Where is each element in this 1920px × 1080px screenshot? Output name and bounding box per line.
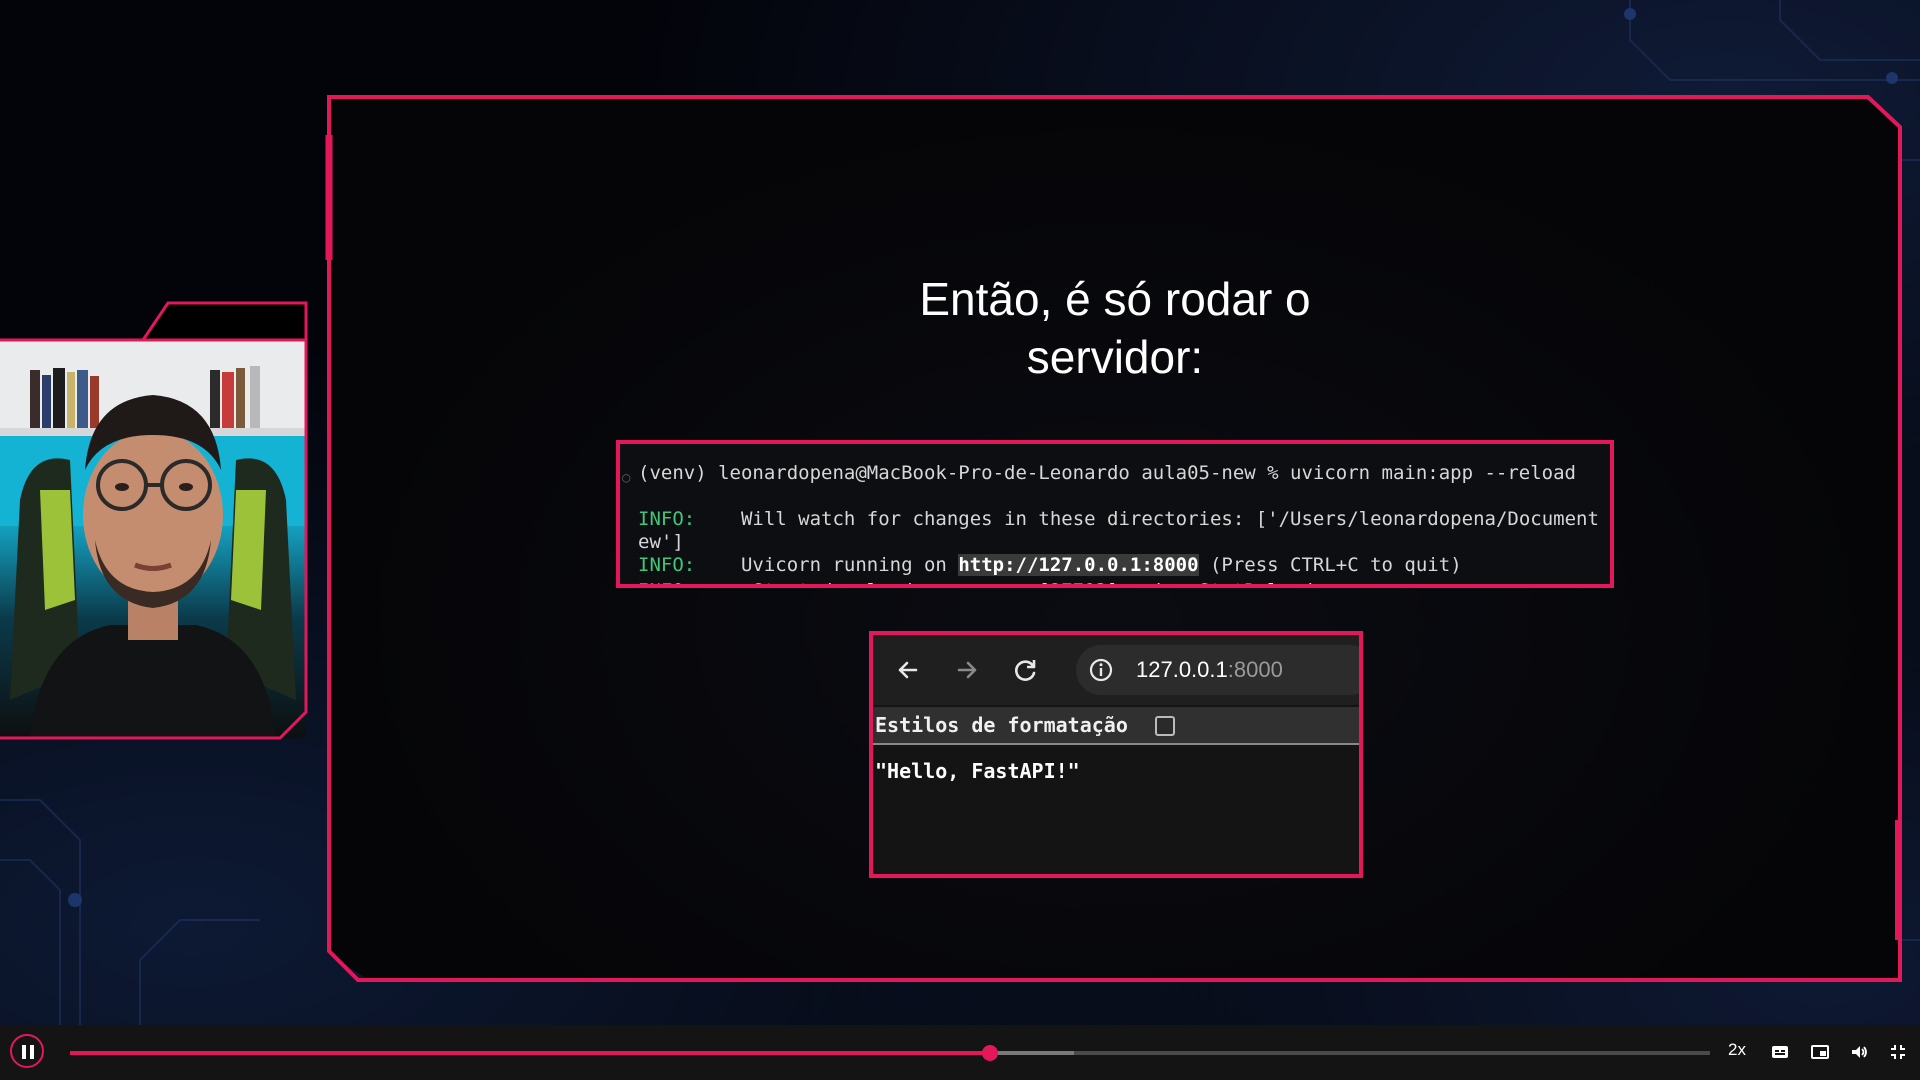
player-controls: 2x [0,1025,1920,1080]
exit-fullscreen-icon[interactable] [1888,1042,1908,1062]
webcam-frame-border [0,301,308,740]
subtitles-icon[interactable] [1770,1042,1790,1062]
seek-handle[interactable] [982,1045,999,1061]
terminal-line-1-wrap: ew'] [638,531,684,553]
terminal-line-1: INFO: Will watch for changes in these di… [638,508,1599,530]
terminal-screenshot: ○ (venv) leonardopena@MacBook-Pro-de-Leo… [616,440,1614,588]
pretty-print-bar: Estilos de formatação [873,707,1359,745]
format-styles-checkbox [1155,716,1175,736]
reload-icon [1015,660,1036,681]
address-url: 127.0.0.1:8000 [1136,657,1283,682]
terminal-line-2: INFO: Uvicorn running on http://127.0.0.… [638,554,1462,576]
info-icon [1089,658,1113,682]
playback-speed-button[interactable]: 2x [1728,1040,1746,1060]
prompt-dot-icon: ○ [622,470,631,486]
terminal-line-3-partial: INFO: Started reloader process [27793] u… [638,580,1313,584]
forward-arrow-icon [957,661,977,679]
seek-progress [70,1051,991,1055]
pause-icon [22,1045,26,1059]
slide-title: Então, é só rodar o servidor: [880,270,1350,386]
terminal-command: (venv) leonardopena@MacBook-Pro-de-Leona… [638,462,1576,484]
server-url: http://127.0.0.1:8000 [958,554,1199,576]
slide-title-line2: servidor: [1026,331,1204,383]
address-bar: 127.0.0.1:8000 [1076,645,1359,695]
browser-toolbar: 127.0.0.1:8000 [873,635,1359,705]
json-response: "Hello, FastAPI!" [875,759,1080,783]
seek-bar[interactable] [70,1045,1710,1061]
format-styles-label: Estilos de formatação [875,713,1128,737]
volume-icon[interactable] [1849,1042,1869,1062]
slide-title-line1: Então, é só rodar o [919,273,1311,325]
back-arrow-icon [898,661,918,679]
pip-icon[interactable] [1810,1042,1830,1062]
browser-screenshot: 127.0.0.1:8000 Estilos de formatação "He… [869,631,1363,878]
pause-button[interactable] [10,1034,44,1068]
